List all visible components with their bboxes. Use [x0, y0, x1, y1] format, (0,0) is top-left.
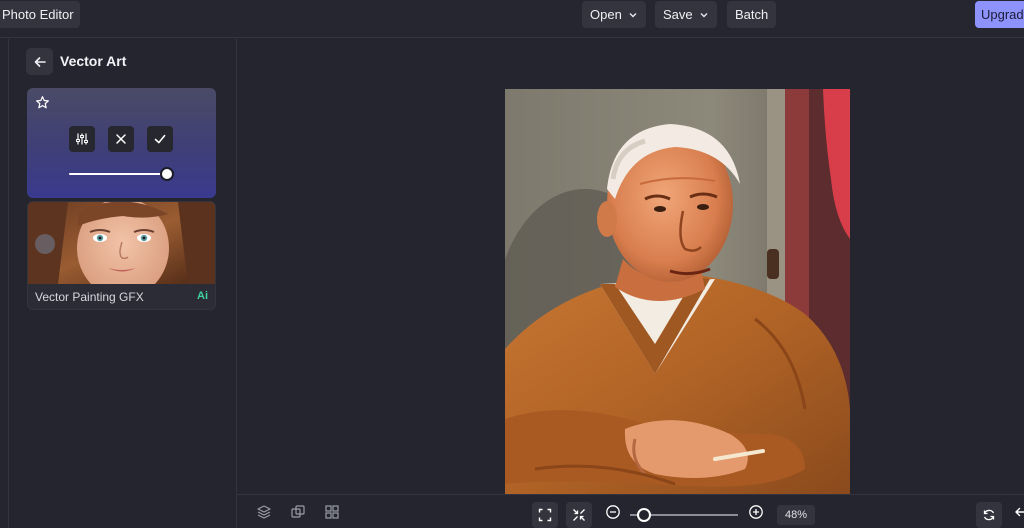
reset-button[interactable]: [976, 502, 1002, 528]
panel-title: Vector Art: [60, 53, 127, 69]
zoom-in-icon: [749, 505, 763, 519]
edited-photo[interactable]: [505, 89, 850, 494]
preset-thumbnail: [28, 202, 215, 284]
reset-icon: [983, 509, 995, 521]
intensity-slider-knob[interactable]: [160, 167, 174, 181]
back-button[interactable]: [26, 48, 53, 75]
effect-controls-card: [27, 88, 216, 198]
top-bar: Photo Editor Open Save Batch Upgrade: [0, 0, 1024, 38]
fit-screen-button[interactable]: [532, 502, 558, 528]
check-icon: [154, 134, 166, 144]
shrink-icon: [573, 509, 585, 521]
ai-badge: Ai: [197, 290, 208, 302]
apply-button[interactable]: [147, 126, 173, 152]
grid-icon: [325, 505, 339, 519]
cancel-button[interactable]: [108, 126, 134, 152]
save-label: Save: [663, 7, 693, 22]
undo-icon: [1015, 507, 1024, 517]
adjust-button[interactable]: [69, 126, 95, 152]
batch-button[interactable]: Batch: [727, 1, 777, 28]
duplicate-icon: [291, 505, 305, 518]
star-icon[interactable]: [35, 95, 50, 110]
duplicate-button[interactable]: [288, 502, 308, 522]
zoom-out-icon: [606, 505, 620, 519]
layers-button[interactable]: [254, 502, 274, 522]
app-title[interactable]: Photo Editor: [0, 1, 80, 28]
zoom-out-button[interactable]: [603, 502, 623, 522]
close-icon: [116, 134, 126, 144]
open-button[interactable]: Open: [582, 1, 646, 28]
upgrade-button[interactable]: Upgrade: [975, 1, 1024, 28]
preset-label: Vector Painting GFX: [35, 290, 144, 304]
layers-icon: [257, 505, 271, 519]
preset-card[interactable]: Vector Painting GFX Ai: [27, 201, 216, 310]
fit-screen-icon: [538, 508, 552, 522]
undo-button[interactable]: [1010, 502, 1024, 522]
grid-button[interactable]: [322, 502, 342, 522]
left-rail: [0, 39, 9, 528]
chevron-down-icon: [700, 12, 708, 17]
save-button[interactable]: Save: [655, 1, 717, 28]
back-arrow-icon: [34, 56, 46, 67]
adjust-icon: [76, 133, 88, 145]
open-label: Open: [590, 7, 622, 22]
zoom-slider-knob[interactable]: [637, 508, 651, 522]
intensity-slider-track[interactable]: [69, 173, 167, 175]
preset-thumbnail-image: [28, 202, 215, 284]
actual-size-button[interactable]: [566, 502, 592, 528]
bottom-bar: [237, 494, 1024, 528]
chevron-down-icon: [629, 12, 637, 17]
edited-photo-image: [505, 89, 850, 494]
zoom-in-button[interactable]: [746, 502, 766, 522]
zoom-value[interactable]: 48%: [777, 505, 815, 525]
